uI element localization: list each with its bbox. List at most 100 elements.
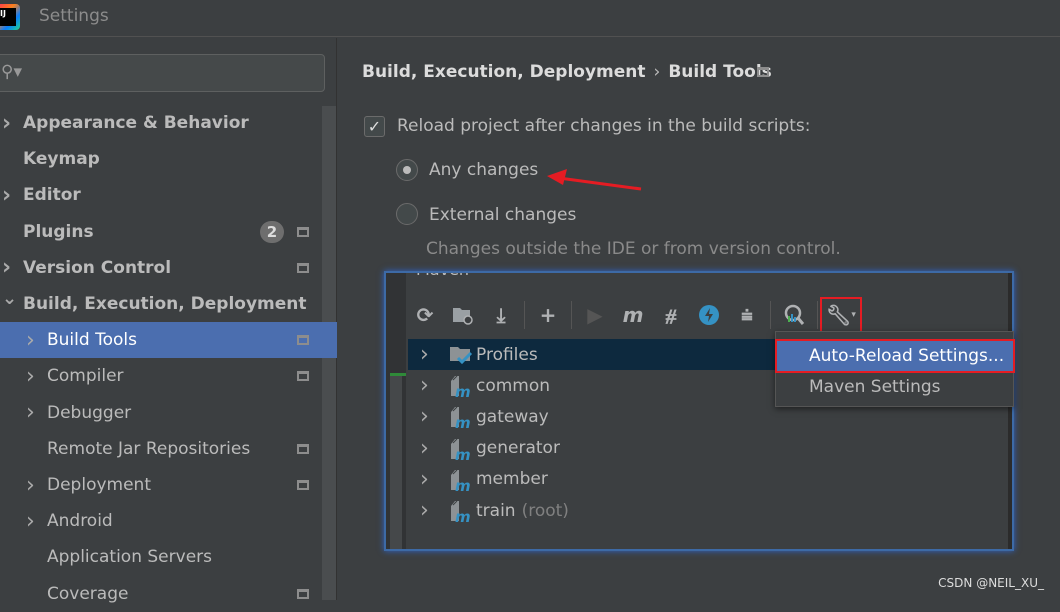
external-changes-label[interactable]: External changes	[429, 205, 576, 225]
download-icon[interactable]: ⤓	[482, 299, 520, 331]
sidebar-item-label: Compiler	[47, 366, 124, 387]
chevron-right-icon[interactable]: ›	[26, 328, 35, 353]
sidebar-item-coverage[interactable]: Coverage	[0, 576, 322, 612]
chevron-right-icon[interactable]: ›	[26, 509, 35, 534]
run-icon[interactable]: ▶	[576, 299, 614, 331]
toggle-offline-icon[interactable]: ⧣	[652, 299, 690, 331]
toolbar-separator	[524, 301, 525, 329]
svg-text:m: m	[455, 508, 471, 524]
tree-item-label: member	[476, 469, 548, 489]
tree-item-label: common	[476, 376, 550, 396]
toolbar-separator	[770, 301, 771, 329]
project-level-icon	[757, 67, 769, 77]
module-name: gateway	[476, 406, 549, 427]
wrench-icon[interactable]: 🔧︎ ▾	[820, 297, 862, 333]
profiles-icon	[450, 344, 473, 366]
breadcrumb-parent[interactable]: Build, Execution, Deployment	[362, 62, 646, 82]
external-changes-radio[interactable]	[396, 203, 418, 225]
analyze-icon[interactable]	[775, 299, 813, 331]
sidebar-item-label: Coverage	[47, 583, 129, 604]
maven-module-icon: m	[450, 438, 471, 464]
chevron-right-icon[interactable]: ›	[26, 473, 35, 498]
sidebar-item-label: Remote Jar Repositories	[47, 438, 251, 459]
sidebar-item-application-servers[interactable]: Application Servers	[0, 539, 322, 575]
reload-checkbox[interactable]: ✓	[364, 116, 385, 137]
project-level-icon	[297, 371, 309, 382]
update-count-badge: 2	[260, 220, 284, 243]
tree-item-generator[interactable]: › m generator	[408, 433, 1008, 464]
reload-checkbox-label[interactable]: Reload project after changes in the buil…	[397, 116, 810, 136]
project-level-icon	[297, 480, 309, 490]
sidebar-item-remote-jar-repositories[interactable]: Remote Jar Repositories	[0, 431, 322, 467]
sidebar-item-label: Android	[47, 511, 113, 532]
intellij-logo-icon: IJ	[0, 4, 20, 30]
watermark: CSDN @NEIL_XU_	[938, 576, 1044, 590]
chevron-right-icon[interactable]: ›	[26, 364, 35, 389]
chevron-right-icon[interactable]: ›	[420, 498, 429, 523]
sidebar-item-plugins[interactable]: Plugins 2	[0, 214, 322, 250]
annotation-arrow-icon	[547, 169, 642, 191]
chevron-right-icon[interactable]: ›	[2, 183, 11, 208]
project-level-icon	[297, 335, 309, 346]
sidebar-item-label: Appearance & Behavior	[23, 113, 249, 133]
chevron-right-icon[interactable]: ›	[420, 342, 429, 367]
toolbar-separator	[817, 301, 818, 329]
sidebar-item-compiler[interactable]: › Compiler	[0, 358, 322, 394]
module-name: member	[476, 469, 548, 490]
sidebar-item-editor[interactable]: › Editor	[0, 177, 322, 213]
chevron-right-icon[interactable]: ›	[420, 467, 429, 492]
logo-text: IJ	[0, 8, 16, 26]
tree-item-member[interactable]: › m member	[408, 464, 1008, 495]
module-name: Profiles	[476, 344, 538, 365]
toolbar-separator	[571, 301, 572, 329]
search-input[interactable]: ⚲▾	[0, 54, 325, 92]
chevron-down-icon[interactable]: ⌄	[2, 288, 17, 309]
window-title: Settings	[39, 6, 109, 26]
any-changes-label[interactable]: Any changes	[429, 160, 538, 180]
chevron-right-icon[interactable]: ›	[420, 404, 429, 429]
project-level-icon	[297, 588, 309, 599]
sidebar-item-appearance-behavior[interactable]: › Appearance & Behavior	[0, 105, 322, 141]
sidebar-item-build-tools[interactable]: › Build Tools	[0, 322, 337, 359]
chevron-right-icon[interactable]: ›	[420, 436, 429, 461]
collapse-icon[interactable]: ⩧	[728, 299, 766, 331]
maven-title: Maven	[416, 273, 469, 279]
tree-item-label: train (root)	[476, 501, 569, 521]
sidebar-item-label: Keymap	[23, 149, 100, 170]
sidebar-item-debugger[interactable]: › Debugger	[0, 395, 322, 431]
breadcrumb: Build, Execution, Deployment › Build Tools	[362, 62, 772, 82]
menu-item-maven-settings[interactable]: Maven Settings	[777, 372, 1013, 402]
sidebar-item-deployment[interactable]: › Deployment	[0, 467, 322, 503]
sidebar-item-keymap[interactable]: Keymap	[0, 141, 322, 177]
sidebar-item-build-execution-deployment[interactable]: ⌄ Build, Execution, Deployment	[0, 286, 322, 322]
project-level-icon	[297, 443, 309, 454]
maven-scrollbar[interactable]	[1008, 273, 1012, 549]
sidebar-item-version-control[interactable]: › Version Control	[0, 250, 322, 286]
module-name: common	[476, 375, 551, 396]
svg-text:m: m	[455, 383, 471, 399]
tree-item-train[interactable]: › m train (root)	[408, 495, 1008, 526]
any-changes-radio[interactable]	[396, 159, 418, 181]
gutter-scroll	[390, 373, 402, 549]
sidebar-item-label: Application Servers	[47, 547, 212, 568]
sidebar-item-label: Deployment	[47, 475, 151, 495]
sidebar-item-label: Build, Execution, Deployment	[23, 294, 307, 314]
svg-text:m: m	[455, 414, 471, 430]
sidebar-item-android[interactable]: › Android	[0, 503, 322, 539]
search-icon: ⚲▾	[1, 62, 22, 82]
menu-item-auto-reload-settings[interactable]: Auto-Reload Settings...	[775, 339, 1015, 373]
sidebar-item-label: Version Control	[23, 257, 172, 278]
maven-goal-icon[interactable]: m	[614, 299, 652, 331]
chevron-right-icon[interactable]: ›	[2, 111, 11, 136]
tree-item-label: gateway	[476, 407, 549, 427]
add-icon[interactable]: +	[529, 299, 567, 331]
breadcrumb-separator: ›	[653, 62, 661, 82]
refresh-icon[interactable]: ⟳	[406, 299, 444, 331]
chevron-right-icon[interactable]: ›	[2, 255, 11, 280]
external-changes-hint: Changes outside the IDE or from version …	[426, 239, 841, 259]
chevron-right-icon[interactable]: ›	[420, 373, 429, 398]
folder-refresh-icon[interactable]	[444, 299, 482, 331]
lightning-icon[interactable]	[690, 299, 728, 331]
maven-module-icon: m	[450, 469, 471, 495]
chevron-right-icon[interactable]: ›	[26, 400, 35, 425]
